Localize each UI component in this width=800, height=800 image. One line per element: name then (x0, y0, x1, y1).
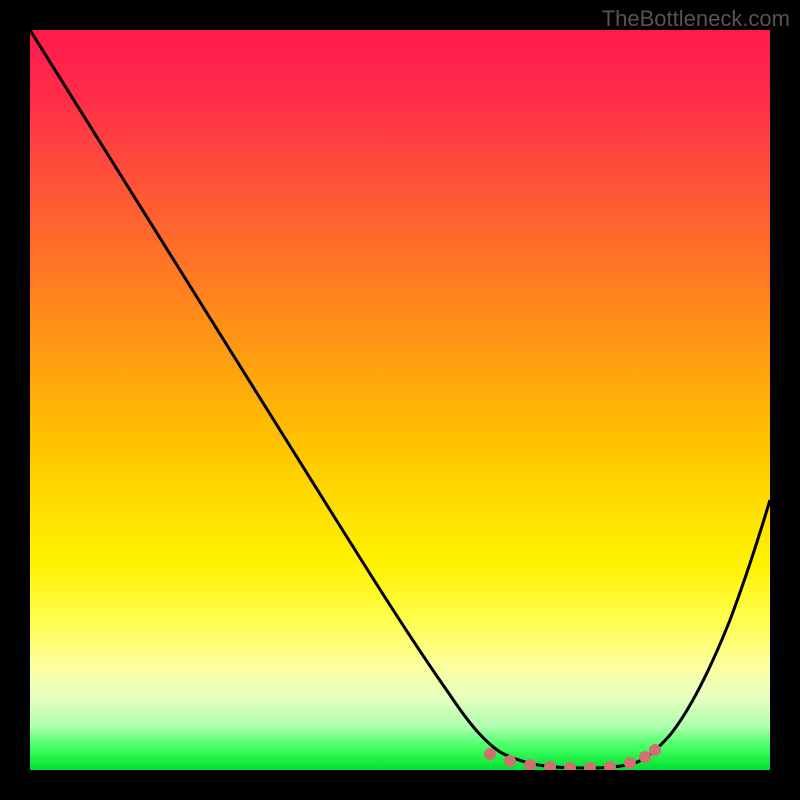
data-marker (484, 748, 496, 760)
data-marker (604, 761, 616, 770)
data-marker (564, 762, 576, 770)
data-marker (624, 757, 636, 769)
marker-cluster (484, 744, 661, 770)
bottleneck-curve-line (30, 30, 770, 768)
data-marker (544, 761, 556, 770)
data-marker (649, 744, 661, 756)
watermark-text: TheBottleneck.com (602, 6, 790, 32)
bottleneck-chart (30, 30, 770, 770)
data-marker (504, 755, 516, 767)
data-marker (639, 751, 651, 763)
data-marker (584, 762, 596, 770)
